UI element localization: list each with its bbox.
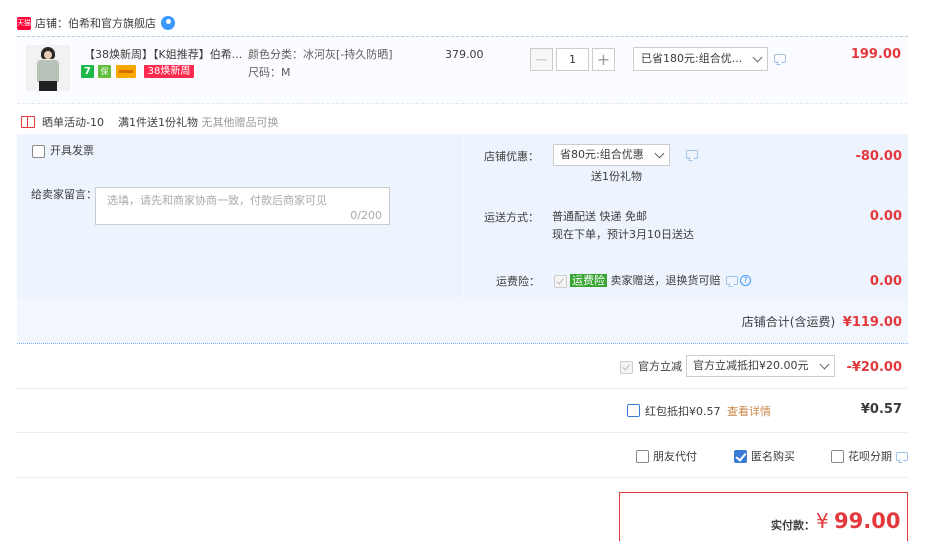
order-options-panel: 开具发票 给卖家留言： 选填，请先和商家协商一致，付款后商家可见 0/200 店… [17, 134, 908, 344]
item-promo-select[interactable]: 已省180元:组合优... [633, 47, 768, 71]
insurance-tag: 运费险 [570, 274, 607, 287]
official-discount-amount: -¥20.00 [846, 360, 902, 375]
quantity-increase-button[interactable]: + [592, 48, 615, 71]
seven-day-return-icon: 7 [81, 65, 94, 78]
product-thumbnail[interactable] [26, 45, 70, 91]
shop-discount-row: 店铺优惠： 省80元:组合优惠 送1份礼物 -80.00 [464, 134, 908, 194]
credit-card-icon [116, 65, 136, 78]
payment-currency: ¥ [816, 509, 829, 533]
seller-message-input[interactable]: 选填，请先和商家协商一致，付款后商家可见 0/200 [95, 187, 390, 225]
shop-discount-label: 店铺优惠： [484, 150, 539, 163]
chevron-down-icon [752, 52, 763, 63]
message-char-count: 0/200 [350, 209, 382, 222]
anonymous-checkbox[interactable] [734, 450, 747, 463]
invoice-label: 开具发票 [50, 144, 94, 157]
redpacket-amount: ¥0.57 [860, 402, 902, 417]
official-discount-value: 官方立减抵扣¥20.00元 [693, 359, 809, 372]
official-discount-select[interactable]: 官方立减抵扣¥20.00元 [686, 355, 835, 377]
shipping-row: 运送方式： 普通配送 快递 免邮 现在下单，预计3月10日送达 0.00 [464, 196, 908, 257]
insurance-amount: 0.00 [869, 274, 902, 289]
sku-color: 颜色分类：冰河灰[-持久防晒] [248, 48, 393, 61]
divider [17, 388, 908, 389]
divider [17, 432, 908, 433]
comment-icon[interactable] [686, 150, 698, 159]
invoice-checkbox[interactable] [32, 145, 45, 158]
help-icon[interactable]: ? [740, 275, 751, 286]
chevron-down-icon [819, 359, 830, 370]
anonymous-label: 匿名购买 [751, 450, 795, 463]
item-promo-value: 已省180元:组合优... [641, 52, 743, 65]
shop-discount-amount: -80.00 [855, 149, 902, 164]
unit-price: 379.00 [445, 48, 484, 61]
activity-note: 无其他赠品可换 [201, 116, 279, 129]
quantity-input[interactable]: 1 [556, 48, 589, 71]
redpacket-checkbox[interactable] [627, 404, 640, 417]
friend-pay-checkbox[interactable] [636, 450, 649, 463]
guarantee-icon: 保 [98, 65, 111, 78]
shop-total: 店铺合计(含运费) ¥119.00 [742, 315, 902, 330]
shop-total-amount: ¥119.00 [842, 315, 902, 330]
activity-gift: 满1件送1份礼物 [117, 116, 198, 129]
shop-discount-select[interactable]: 省80元:组合优惠 [553, 144, 670, 166]
shop-total-label: 店铺合计(含运费) [741, 315, 836, 329]
insurance-text: 卖家赠送，退换货可赔 [610, 274, 721, 287]
cart-item-row: 【38焕新周】【K姐推荐】伯希... 7 保 38焕新周 颜色分类：冰河灰[-持… [17, 36, 908, 104]
redpacket-details-link[interactable]: 查看详情 [727, 405, 771, 419]
payment-label: 实付款： [771, 519, 815, 532]
shipping-amount: 0.00 [869, 209, 902, 224]
comment-icon[interactable] [896, 452, 908, 461]
comment-icon[interactable] [726, 276, 738, 285]
payment-amount: 99.00 [834, 509, 901, 533]
shipping-eta: 现在下单，预计3月10日送达 [552, 228, 694, 241]
shop-discount-gift: 送1份礼物 [591, 170, 642, 183]
tmall-icon: 天猫 [17, 17, 31, 30]
payment-summary: 实付款： ¥ 99.00 [619, 492, 908, 541]
friend-pay-label: 朋友代付 [653, 450, 697, 463]
product-title[interactable]: 【38焕新周】【K姐推荐】伯希... [84, 48, 244, 62]
divider [17, 477, 908, 478]
wangwang-icon[interactable] [161, 16, 175, 30]
order-options-left: 开具发票 给卖家留言： 选填，请先和商家协商一致，付款后商家可见 0/200 [17, 134, 462, 298]
quantity-decrease-button[interactable]: − [530, 48, 553, 71]
insurance-line: 运费险 卖家赠送，退换货可赔 [570, 274, 721, 288]
shipping-label: 运送方式： [484, 211, 539, 224]
chevron-down-icon [654, 148, 665, 159]
store-name[interactable]: 店铺：伯希和官方旗舰店 [35, 17, 156, 31]
official-discount-label: 官方立减 [638, 360, 682, 373]
huabei-label: 花呗分期 [848, 450, 892, 463]
activity-line: 晒单活动-10 满1件送1份礼物 无其他赠品可换 [42, 116, 278, 130]
official-discount-checkbox [620, 361, 633, 374]
insurance-checkbox [554, 275, 567, 288]
sku-size: 尺码：M [248, 66, 291, 79]
shipping-method: 普通配送 快递 免邮 [552, 210, 647, 223]
redpacket-label: 红包抵扣¥0.57 [645, 405, 721, 418]
activity-text: 晒单活动-10 [42, 116, 104, 129]
insurance-label: 运费险： [496, 275, 540, 288]
comment-icon[interactable] [774, 54, 786, 63]
event-badge: 38焕新周 [144, 65, 194, 78]
huabei-checkbox[interactable] [831, 450, 844, 463]
item-total-price: 199.00 [850, 47, 901, 62]
insurance-row: 运费险： 运费险 卖家赠送，退换货可赔 ? 0.00 [464, 259, 908, 298]
message-label: 给卖家留言： [31, 188, 97, 201]
gift-icon [21, 116, 35, 128]
shop-discount-value: 省80元:组合优惠 [560, 148, 644, 161]
message-placeholder: 选填，请先和商家协商一致，付款后商家可见 [107, 194, 327, 207]
